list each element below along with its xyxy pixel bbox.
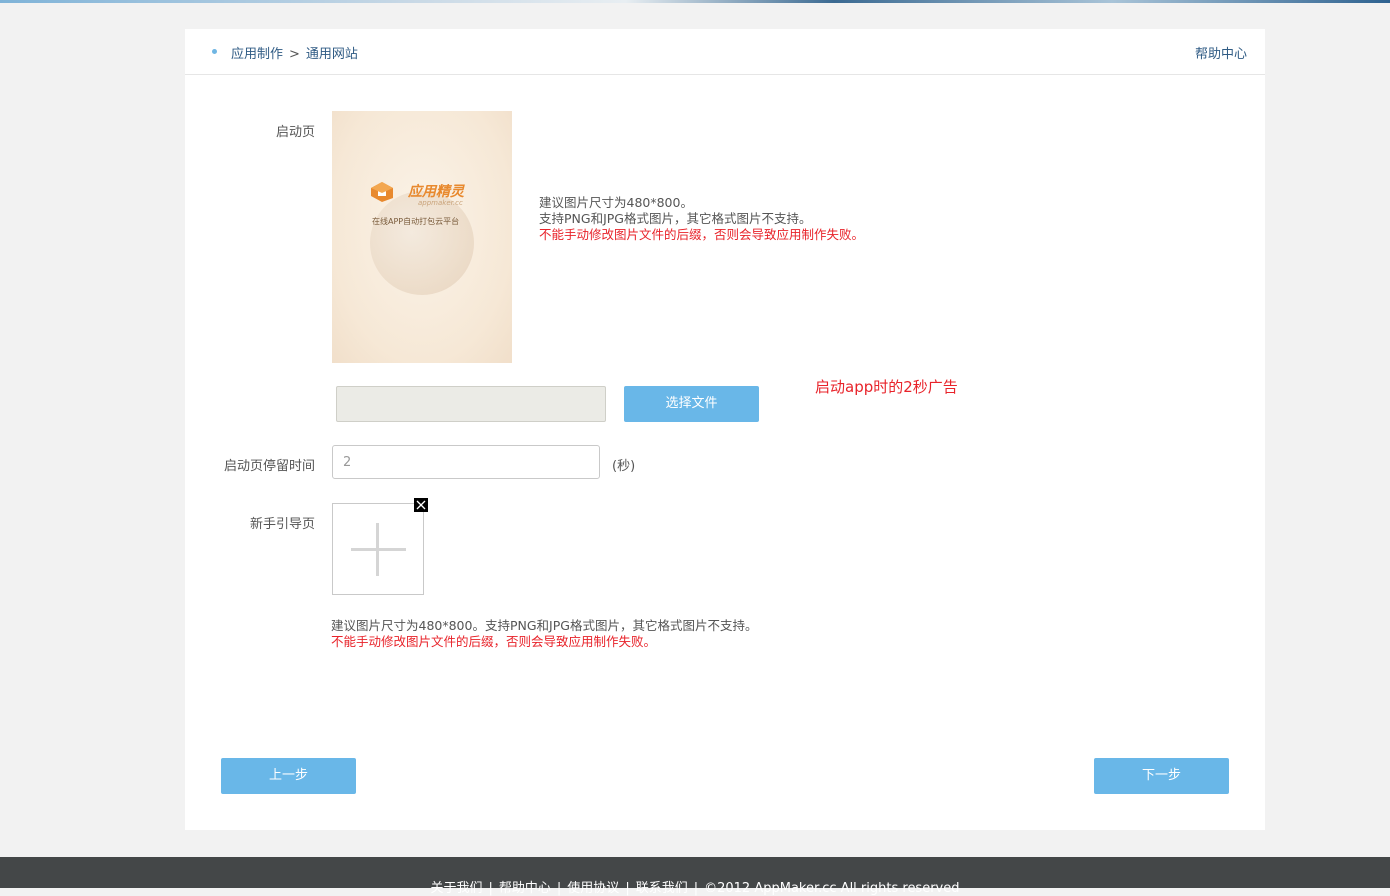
- appmaker-logo-icon: [371, 182, 393, 202]
- bullet-icon: [212, 49, 217, 54]
- prev-step-button[interactable]: 上一步: [221, 758, 356, 794]
- splash-slogan: 在线APP自动打包云平台: [372, 217, 460, 226]
- guide-upload-box[interactable]: [332, 503, 424, 595]
- guide-tip-format: 建议图片尺寸为480*800。支持PNG和JPG格式图片，其它格式图片不支持。: [331, 618, 758, 633]
- plus-icon: [351, 523, 406, 576]
- footer-link-terms[interactable]: 使用协议: [567, 881, 619, 896]
- close-icon: [416, 500, 426, 510]
- main-panel: 应用制作 > 通用网站 帮助中心 启动页 应用精灵 appmaker.cc 在线AP…: [185, 29, 1265, 830]
- breadcrumb-bar: 应用制作 > 通用网站 帮助中心: [185, 29, 1265, 75]
- splash-domain: appmaker.cc: [418, 199, 463, 207]
- splash-app-name: 应用精灵: [408, 184, 464, 200]
- footer-link-contact[interactable]: 联系我们: [636, 881, 688, 896]
- breadcrumb: 应用制作 > 通用网站: [231, 43, 358, 62]
- splash-tip-warning: 不能手动修改图片文件的后缀，否则会导致应用制作失败。: [539, 227, 865, 242]
- guide-tip-warning: 不能手动修改图片文件的后缀，否则会导致应用制作失败。: [331, 634, 657, 649]
- splash-tips: 建议图片尺寸为480*800。 支持PNG和JPG格式图片，其它格式图片不支持。…: [539, 195, 864, 243]
- footer: 关于我们 | 帮助中心 | 使用协议 | 联系我们 | ©2012 AppMaker.cc Al…: [0, 857, 1390, 896]
- duration-unit: (秒): [612, 459, 636, 474]
- splash-tip-format: 支持PNG和JPG格式图片，其它格式图片不支持。: [539, 211, 812, 226]
- splash-preview-image[interactable]: 应用精灵 appmaker.cc 在线APP自动打包云平台: [332, 111, 512, 363]
- remove-image-button[interactable]: [414, 498, 428, 512]
- splash-tip-size: 建议图片尺寸为480*800。: [539, 195, 693, 210]
- guide-tips: 建议图片尺寸为480*800。支持PNG和JPG格式图片，其它格式图片不支持。 …: [331, 618, 757, 650]
- help-center-link[interactable]: 帮助中心: [1195, 43, 1247, 62]
- breadcrumb-current: 通用网站: [305, 47, 358, 62]
- footer-copyright: ©2012 AppMaker.cc All rights reserved: [704, 881, 960, 896]
- footer-link-about[interactable]: 关于我们: [430, 881, 482, 896]
- breadcrumb-parent[interactable]: 应用制作: [231, 47, 283, 62]
- footer-links: 关于我们 | 帮助中心 | 使用协议 | 联系我们 | ©2012 AppMaker.cc Al…: [430, 881, 960, 896]
- duration-label: 启动页停留时间: [223, 459, 315, 474]
- footer-link-help[interactable]: 帮助中心: [499, 881, 551, 896]
- breadcrumb-separator: >: [289, 47, 300, 62]
- splash-annotation: 启动app时的2秒广告: [815, 378, 958, 396]
- guide-label: 新手引导页: [249, 517, 315, 532]
- duration-input[interactable]: 2: [332, 445, 600, 479]
- splash-label: 启动页: [275, 125, 315, 140]
- file-path-input[interactable]: [336, 386, 606, 422]
- choose-file-button[interactable]: 选择文件: [624, 386, 759, 422]
- top-decoration-strip: [0, 0, 1390, 3]
- next-step-button[interactable]: 下一步: [1094, 758, 1229, 794]
